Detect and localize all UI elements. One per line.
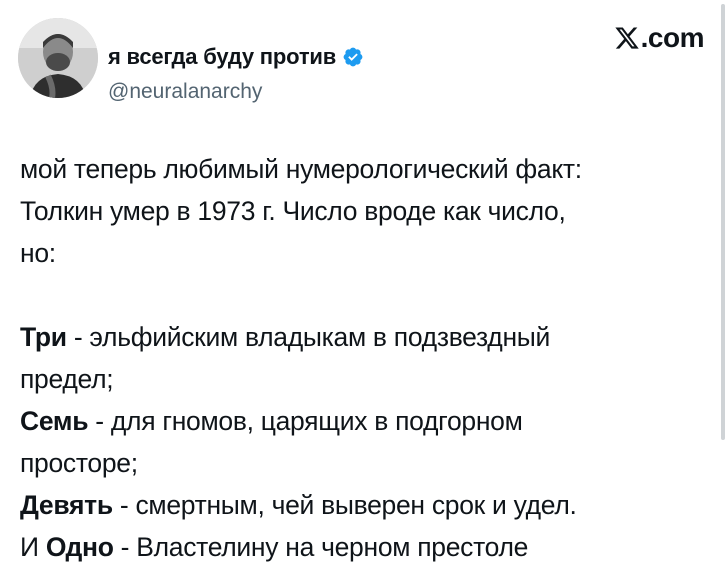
avatar-photo	[18, 18, 98, 98]
bold-number-three: Три	[20, 322, 67, 352]
avatar[interactable]	[18, 18, 98, 98]
scrollbar[interactable]	[721, 4, 725, 440]
brand-logo[interactable]: .com	[614, 22, 705, 54]
tweet-line: просторе;	[20, 448, 138, 478]
tweet-line: Толкин умер в 1973 г. Число вроде как чи…	[20, 196, 566, 226]
bold-number-seven: Семь	[20, 406, 89, 436]
tweet-line-prefix: И	[20, 532, 46, 562]
tweet-line-text: - эльфийским владыкам в подзвездный	[66, 322, 551, 352]
x-logo-icon	[614, 27, 639, 49]
bold-number-one: Одно	[45, 532, 114, 562]
bold-number-nine: Девять	[20, 490, 113, 520]
tweet-text: мой теперь любимый нумерологический факт…	[20, 148, 710, 568]
tweet-line: И Одно - Властелину на черном престоле	[20, 526, 710, 568]
tweet-line: мой теперь любимый нумерологический факт…	[20, 154, 582, 184]
tweet-line-text: - смертным, чей выверен срок и удел.	[112, 490, 577, 520]
tweet-line: предел;	[20, 364, 114, 394]
tweet-line: но:	[20, 238, 56, 268]
tweet-line: Семь - для гномов, царящих в подгорном	[20, 400, 710, 442]
tweet-line-text: - Властелину на черном престоле	[113, 532, 529, 562]
tweet-line-text: - для гномов, царящих в подгорном	[88, 406, 523, 436]
user-handle[interactable]: @neuralanarchy	[108, 80, 262, 104]
display-name[interactable]: я всегда буду против	[108, 44, 336, 70]
tweet-line: Девять - смертным, чей выверен срок и уд…	[20, 484, 710, 526]
verified-badge-icon	[343, 47, 363, 67]
brand-label: .com	[640, 22, 705, 53]
tweet-line: Три - эльфийским владыкам в подзвездный	[20, 316, 710, 358]
